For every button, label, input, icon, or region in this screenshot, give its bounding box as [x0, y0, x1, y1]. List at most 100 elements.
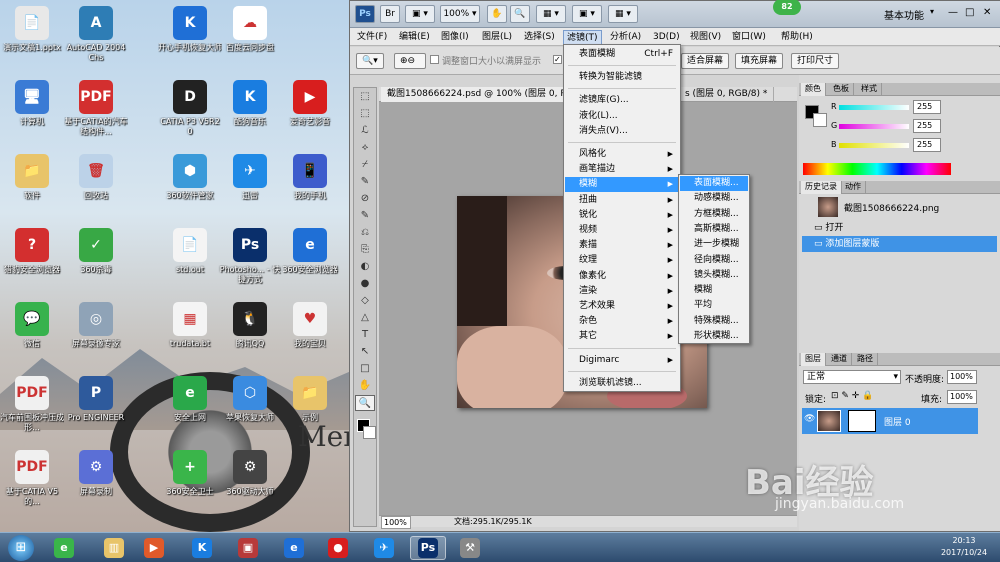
- move-tool-icon[interactable]: ⬚: [355, 89, 375, 105]
- menu-edit[interactable]: 编辑(E): [396, 30, 433, 44]
- filter-menu-item-stylize[interactable]: 风格化 ▶: [565, 147, 679, 162]
- update-badge[interactable]: 82: [773, 0, 801, 15]
- hand-tool-icon[interactable]: 🔍: [355, 395, 375, 411]
- desktop-icon-screen-record[interactable]: ⚙ 屏幕录制: [64, 448, 128, 518]
- blur-submenu-item-shape-blur[interactable]: 形状模糊...: [680, 329, 748, 344]
- taskbar-ie-button[interactable]: e: [276, 536, 312, 560]
- blur-submenu-item-gaussian-blur[interactable]: 高斯模糊...: [680, 222, 748, 237]
- filter-menu-item-render[interactable]: 渲染 ▶: [565, 284, 679, 299]
- status-zoom[interactable]: 100%: [381, 516, 411, 529]
- stamp-tool-icon[interactable]: ⎌: [355, 225, 375, 241]
- filter-menu-item-smart-filter[interactable]: 转换为智能滤镜: [565, 70, 679, 85]
- menu-file[interactable]: 文件(F): [354, 30, 390, 44]
- desktop-icon-catia-pdf[interactable]: PDF 基于CATIA的汽车结构件...: [64, 78, 128, 148]
- workspace-dropdown-icon[interactable]: ▾: [930, 7, 934, 16]
- blur-submenu-item-blur-more[interactable]: 进一步模糊: [680, 237, 748, 252]
- filter-menu-item-noise[interactable]: 杂色 ▶: [565, 314, 679, 329]
- blur-submenu-item-surface-blur[interactable]: 表面模糊...: [680, 176, 748, 191]
- color-spectrum-bar[interactable]: [803, 163, 951, 175]
- filter-menu-item-artistic[interactable]: 艺术效果 ▶: [565, 299, 679, 314]
- menu-analysis[interactable]: 分析(A): [607, 30, 644, 44]
- tool-preset-icon[interactable]: 🔍▾: [356, 53, 384, 69]
- eyedropper-tool-icon[interactable]: ✎: [355, 174, 375, 190]
- minimize-button[interactable]: —: [948, 7, 958, 18]
- filter-menu-item-surface-blur-last[interactable]: 表面模糊 Ctrl+F: [565, 47, 679, 62]
- desktop-icon-kaixin-recovery[interactable]: K 开心手机恢复大师: [158, 4, 222, 74]
- tab-paths[interactable]: 路径: [853, 353, 878, 366]
- taskbar-tools-button[interactable]: ⚒: [452, 536, 488, 560]
- taskbar-kugou-button[interactable]: K: [184, 536, 220, 560]
- desktop-icon-catia-p3[interactable]: D CATIA P3 V5R20: [158, 78, 222, 148]
- menu-image[interactable]: 图像(I): [438, 30, 472, 44]
- tab-channels[interactable]: 通道: [827, 353, 852, 366]
- fill-screen-button[interactable]: 填充屏幕: [735, 53, 784, 69]
- filter-menu-item-vanishing-point[interactable]: 消失点(V)...: [565, 124, 679, 139]
- extras-button[interactable]: ▣ ▾: [405, 5, 435, 23]
- blur-submenu-item-motion-blur[interactable]: 动感模糊...: [680, 191, 748, 206]
- desktop-icon-360-driver[interactable]: ⚙ 360驱动大师: [218, 448, 282, 518]
- zoom-all-checkbox[interactable]: ✓: [553, 55, 562, 64]
- desktop-icon-catia-v5-pdf[interactable]: PDF 基于CATIA V5的...: [0, 448, 64, 518]
- desktop-icon-trudata[interactable]: ▦ trudata.bt: [158, 300, 222, 370]
- eraser-tool-icon[interactable]: ◐: [355, 259, 375, 275]
- menu-layer[interactable]: 图层(L): [479, 30, 515, 44]
- desktop-icon-apple-recovery[interactable]: ⬡ 苹果恢复大师: [218, 374, 282, 444]
- desktop-icon-liebao-browser[interactable]: ? 猎豹安全浏览器: [0, 226, 64, 296]
- filter-menu-item-texture[interactable]: 纹理 ▶: [565, 253, 679, 268]
- taskbar-xunlei-button[interactable]: ✈: [366, 536, 402, 560]
- desktop-icon-computer[interactable]: 🖥 计算机: [0, 78, 64, 148]
- desktop-icon-example-folder[interactable]: 📁 示例: [278, 374, 342, 444]
- blend-mode-dropdown[interactable]: 正常 ▾: [803, 370, 901, 384]
- menu-view[interactable]: 视图(V): [687, 30, 724, 44]
- taskbar-aiqiyi-button[interactable]: ●: [320, 536, 356, 560]
- lock-icons[interactable]: ⊡ ✎ ✛ 🔒: [831, 391, 873, 401]
- menu-window[interactable]: 窗口(W): [729, 30, 769, 44]
- quick-select-tool-icon[interactable]: ⟡: [355, 140, 375, 156]
- filter-menu-item-digimarc[interactable]: Digimarc ▶: [565, 353, 679, 368]
- lasso-tool-icon[interactable]: ℒ: [355, 123, 375, 139]
- filter-menu-item-filter-gallery[interactable]: 滤镜库(G)...: [565, 93, 679, 108]
- desktop-icon-pro-engineer[interactable]: P Pro ENGINEER: [64, 374, 128, 444]
- desktop-icon-iqiyi[interactable]: ▶ 爱奇艺影音: [278, 78, 342, 148]
- dodge-tool-icon[interactable]: △: [355, 310, 375, 326]
- channel-slider-b[interactable]: [839, 143, 909, 148]
- desktop-icon-autocad[interactable]: A AutoCAD 2004 Chs: [64, 4, 128, 74]
- filter-menu-item-blur[interactable]: 模糊 ▶: [565, 177, 679, 193]
- tab-styles[interactable]: 样式: [857, 83, 882, 96]
- history-item-open[interactable]: ▭ 打开: [802, 220, 997, 236]
- blur-submenu-item-lens-blur[interactable]: 镜头模糊...: [680, 268, 748, 283]
- blur-submenu-item-blur[interactable]: 模糊: [680, 283, 748, 298]
- layout-button[interactable]: ▦ ▾: [608, 5, 638, 23]
- bridge-button[interactable]: Br: [380, 5, 400, 23]
- desktop-icon-360-browser[interactable]: e 360安全浏览器: [278, 226, 342, 296]
- system-clock[interactable]: 20:13 2017/10/24: [930, 535, 998, 561]
- channel-slider-r[interactable]: [839, 105, 909, 110]
- desktop-icon-360-safe[interactable]: +360安全卫士: [158, 448, 222, 518]
- channel-value-b[interactable]: 255: [913, 138, 941, 152]
- desktop-icon-kugou[interactable]: K 酷狗音乐: [218, 78, 282, 148]
- filter-menu-item-browse-online[interactable]: 浏览联机滤镜...: [565, 376, 679, 391]
- shape-tool-icon[interactable]: ✋: [355, 378, 375, 394]
- filter-menu-item-other[interactable]: 其它 ▶: [565, 329, 679, 344]
- desktop-icon-my-phone[interactable]: 📱 我的手机: [278, 152, 342, 222]
- visibility-eye-icon[interactable]: 👁: [804, 414, 815, 424]
- desktop-icon-pdf-document[interactable]: PDF 汽车前围板冲压成形...: [0, 374, 64, 444]
- gradient-tool-icon[interactable]: ●: [355, 276, 375, 292]
- arrange-button[interactable]: ▦ ▾: [536, 5, 566, 23]
- zoom-in-out-icon[interactable]: ⊕⊖: [394, 53, 426, 69]
- tab-swatches[interactable]: 色板: [829, 83, 854, 96]
- filter-menu-item-sketch[interactable]: 素描 ▶: [565, 238, 679, 253]
- desktop-icon-recycle-bin[interactable]: 🗑 回收站: [64, 152, 128, 222]
- taskbar-explorer-button[interactable]: ▥: [96, 536, 132, 560]
- tab-actions[interactable]: 动作: [841, 181, 866, 194]
- desktop-icon-my-baby[interactable]: ♥ 我的宝贝: [278, 300, 342, 370]
- pen-tool-icon[interactable]: T: [355, 327, 375, 343]
- taskbar-360-button[interactable]: e: [46, 536, 82, 560]
- path-select-tool-icon[interactable]: □: [355, 361, 375, 377]
- fill-input[interactable]: 100%: [947, 390, 977, 404]
- menu-3d[interactable]: 3D(D): [650, 30, 683, 44]
- type-tool-icon[interactable]: ↖: [355, 344, 375, 360]
- layer-mask-thumbnail[interactable]: [848, 410, 876, 432]
- filter-menu-item-brush-strokes[interactable]: 画笔描边 ▶: [565, 162, 679, 177]
- channel-value-g[interactable]: 255: [913, 119, 941, 133]
